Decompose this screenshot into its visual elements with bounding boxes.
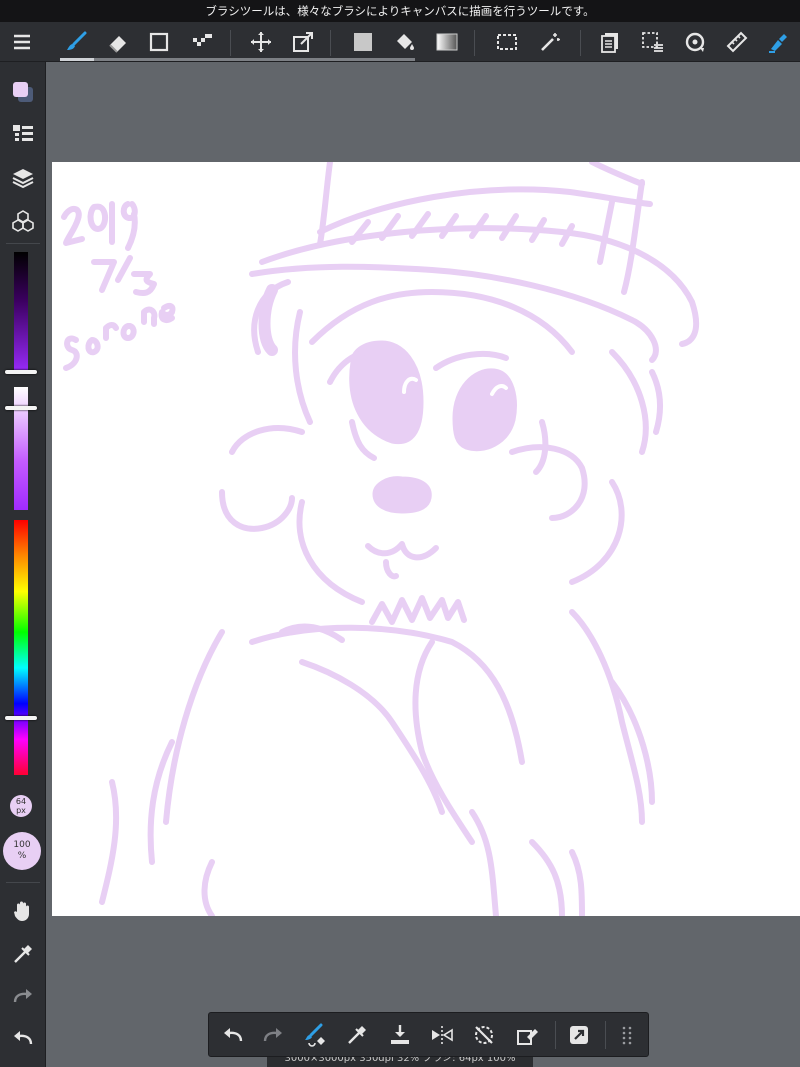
ruler-tool-button[interactable] (721, 26, 753, 58)
save-button[interactable] (384, 1019, 416, 1051)
dot-icon (193, 34, 212, 46)
undo-icon (224, 1028, 243, 1042)
hue-slider-handle[interactable] (5, 716, 37, 720)
top-toolbar (0, 22, 800, 62)
quick-access-icon (570, 1026, 588, 1044)
select-menu-tool-button[interactable] (637, 26, 669, 58)
rotate-tool-button[interactable] (679, 26, 711, 58)
redo-side-button[interactable] (7, 980, 39, 1012)
toolbar-divider (580, 30, 581, 56)
left-sidebar: 64 px 100 % (0, 62, 46, 1067)
select-tool-button[interactable] (491, 26, 523, 58)
shape-tool-button[interactable] (143, 26, 175, 58)
brush-tool-button[interactable] (60, 26, 92, 58)
brush-size-indicator[interactable]: 64 px (10, 795, 32, 817)
bottom-divider (555, 1021, 556, 1049)
transform-tool-button[interactable] (287, 26, 319, 58)
square-icon (149, 32, 169, 52)
redo-icon (13, 989, 32, 1003)
eyedropper-side-button[interactable] (7, 938, 39, 970)
eyedropper-button[interactable] (341, 1019, 373, 1051)
brush-list-button[interactable] (7, 118, 39, 150)
rotate-reset-icon (475, 1026, 493, 1044)
redo-icon (263, 1028, 282, 1042)
fill-tool-button[interactable] (347, 26, 379, 58)
toolbar-divider (474, 30, 475, 56)
pen-settings-icon (769, 34, 787, 53)
hand-icon (14, 901, 29, 921)
undo-button[interactable] (217, 1019, 249, 1051)
layers-icon (12, 169, 34, 189)
brush-size-value: 64 (15, 797, 27, 806)
drawing-canvas[interactable] (52, 162, 800, 916)
gradient-icon (436, 33, 458, 51)
brightness-slider-handle[interactable] (5, 370, 37, 374)
undo-side-button[interactable] (7, 1022, 39, 1054)
move-tool-button[interactable] (245, 26, 277, 58)
layers-button[interactable] (7, 162, 39, 194)
brush-list-icon (13, 125, 33, 141)
dot-tool-button[interactable] (186, 26, 218, 58)
bottom-divider (605, 1021, 606, 1049)
clear-icon (517, 1029, 538, 1045)
save-icon (391, 1025, 409, 1044)
cubes-icon (12, 210, 34, 232)
undo-icon (14, 1031, 33, 1045)
select-rect-icon (497, 34, 517, 50)
select-menu-icon (642, 32, 663, 52)
toolbar-divider (230, 30, 231, 56)
app-window: ブラシツールは、様々なブラシによりキャンバスに描画を行うツールです。 64 px… (0, 0, 800, 1067)
copy-tool-button[interactable] (594, 26, 626, 58)
materials-button[interactable] (7, 205, 39, 237)
flip-button[interactable] (426, 1019, 458, 1051)
rotate-icon (685, 32, 705, 52)
toolbar-divider (330, 30, 331, 56)
saturation-slider-handle[interactable] (5, 406, 37, 410)
toolbar-underline (60, 58, 415, 61)
brightness-slider[interactable] (14, 252, 28, 374)
grid-dots-icon (622, 1026, 632, 1045)
brush-size-unit: px (16, 806, 26, 815)
pen-settings-tool-button[interactable] (762, 26, 794, 58)
brush-opacity-unit: % (17, 851, 27, 861)
more-options-button[interactable] (611, 1019, 643, 1051)
gradient-tool-button[interactable] (431, 26, 463, 58)
color-swatch-icon (13, 82, 33, 102)
bottom-toolbar (208, 1012, 649, 1057)
redo-button[interactable] (257, 1019, 289, 1051)
rotate-reset-button[interactable] (468, 1019, 500, 1051)
brush-opacity-value: 100 (13, 840, 31, 850)
menu-button[interactable] (6, 26, 38, 58)
ruler-icon (726, 31, 748, 53)
move-icon (251, 32, 271, 52)
brush-eraser-icon (305, 1023, 325, 1047)
active-tool-indicator (60, 58, 94, 61)
hand-tool-button[interactable] (7, 895, 39, 927)
eyedropper-icon (14, 945, 32, 963)
tool-hint-text: ブラシツールは、様々なブラシによりキャンバスに描画を行うツールです。 (205, 4, 595, 18)
eyedropper-icon (348, 1026, 366, 1044)
transform-icon (293, 32, 313, 52)
hamburger-icon (14, 34, 30, 50)
sidebar-divider (6, 243, 40, 244)
eraser-tool-button[interactable] (102, 26, 134, 58)
tool-hint-bar: ブラシツールは、様々なブラシによりキャンバスに描画を行うツールです。 (0, 0, 800, 22)
bucket-tool-button[interactable] (389, 26, 421, 58)
eraser-icon (109, 36, 126, 53)
magic-wand-tool-button[interactable] (534, 26, 566, 58)
hue-slider[interactable] (14, 520, 28, 775)
color-swatch-button[interactable] (7, 76, 39, 108)
fill-square-icon (354, 33, 372, 51)
sketch-drawing (61, 162, 700, 916)
pages-icon (601, 33, 618, 53)
magic-wand-icon (541, 33, 560, 51)
clear-button[interactable] (511, 1019, 543, 1051)
sidebar-divider (6, 882, 40, 883)
brush-icon (67, 31, 87, 50)
bucket-icon (397, 34, 414, 50)
flip-icon (432, 1026, 453, 1044)
brush-opacity-indicator[interactable]: 100 % (3, 832, 41, 870)
quick-access-button[interactable] (563, 1019, 595, 1051)
brush-eraser-toggle-button[interactable] (299, 1019, 331, 1051)
